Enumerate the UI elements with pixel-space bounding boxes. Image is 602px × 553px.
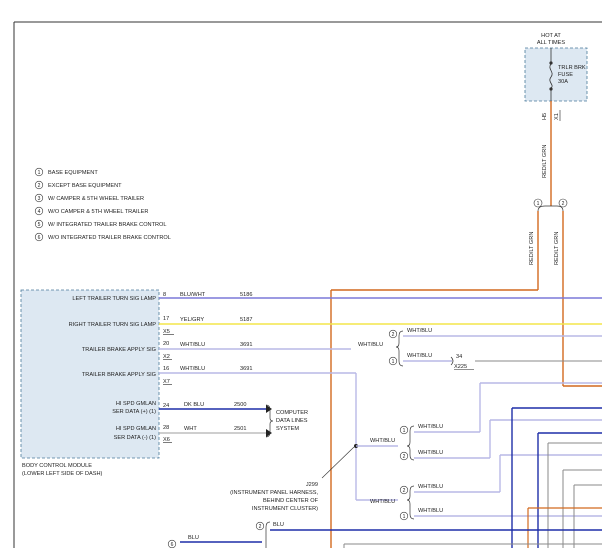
wire-gmlan-plus-color: DK BLU — [184, 402, 204, 408]
fuse-block — [524, 47, 588, 102]
computer-data-label-line2: DATA LINES — [276, 418, 308, 424]
bcm-pin-label: HI SPD GMLAN — [116, 426, 156, 432]
svg-text:W/O CAMPER & 5TH WHEEL TRAILER: W/O CAMPER & 5TH WHEEL TRAILER — [48, 209, 148, 215]
bcm-location: (LOWER LEFT SIDE OF DASH) — [22, 471, 103, 477]
wire-gmlan-minus-color: WHT — [184, 426, 197, 432]
bcm-pin-connector: X5 — [163, 329, 170, 335]
branch-5-option-number: 6 — [171, 542, 174, 548]
svg-text:6: 6 — [38, 235, 41, 241]
legend-item: 3 W/ CAMPER & 5TH WHEEL TRAILER — [34, 193, 144, 203]
branch-2-wire-a-color: WHT/BLU — [418, 424, 443, 430]
splice-j299-id: J299 — [306, 482, 318, 488]
legend-item: 2 EXCEPT BASE EQUIPMENT — [34, 180, 122, 190]
bcm-pin-connector: X7 — [163, 379, 170, 385]
branch-3-brace — [406, 485, 415, 520]
bcm-pin-number: 8 — [163, 292, 166, 298]
bcm-pin-number: 28 — [163, 425, 169, 431]
wire-brake-apply-1-color: WHT/BLU — [180, 342, 205, 348]
wire-left-turn-circuit: 5186 — [240, 292, 252, 298]
branch-2-option-b-number: 2 — [403, 454, 406, 460]
bcm-name: BODY CONTROL MODULE — [22, 463, 92, 469]
feed-option-2-number: 2 — [562, 201, 565, 207]
svg-text:W/ INTEGRATED TRAILER BRAKE CO: W/ INTEGRATED TRAILER BRAKE CONTROL — [48, 222, 167, 228]
branch-2-brace — [406, 425, 415, 461]
svg-text:EXCEPT BASE EQUIPMENT: EXCEPT BASE EQUIPMENT — [48, 183, 122, 189]
feed-split-brace — [537, 205, 564, 212]
bcm-pin-label: RIGHT TRAILER TURN SIG LAMP — [69, 322, 157, 328]
feed-wire-upper-color: RED/LT GRN — [542, 145, 548, 178]
branch-3-wire-color: WHT/BLU — [370, 499, 395, 505]
bcm-pin-label: SER DATA (-) (1) — [114, 435, 157, 441]
svg-text:W/ CAMPER & 5TH WHEEL TRAILER: W/ CAMPER & 5TH WHEEL TRAILER — [48, 196, 144, 202]
legend-item: 6 W/O INTEGRATED TRAILER BRAKE CONTROL — [34, 232, 171, 242]
wire-right-turn-circuit: 5187 — [240, 317, 252, 323]
wiring-diagram: HOT AT ALL TIMES TRLR BRK FUSE 30A X1 H5… — [13, 21, 602, 549]
bcm-pin-label: TRAILER BRAKE APPLY SIG — [82, 347, 156, 353]
fuse-label-line1: TRLR BRK — [558, 65, 586, 71]
feed-option-1-number: 1 — [537, 201, 540, 207]
branch-3-option-a-number: 2 — [403, 488, 406, 494]
svg-text:W/O INTEGRATED TRAILER BRAKE C: W/O INTEGRATED TRAILER BRAKE CONTROL — [48, 235, 171, 241]
legend-item: 5 W/ INTEGRATED TRAILER BRAKE CONTROL — [34, 219, 167, 229]
splice-j299-desc-line1: (INSTRUMENT PANEL HARNESS, — [230, 490, 318, 496]
legend: 1 BASE EQUIPMENT 2 EXCEPT BASE EQUIPMENT… — [34, 167, 171, 242]
branch-1-option-b-number: 1 — [392, 359, 395, 365]
branch-1-option-a-number: 2 — [392, 332, 395, 338]
svg-text:4: 4 — [38, 209, 41, 215]
wire-gmlan-minus-circuit: 2501 — [234, 426, 246, 432]
splice-j299-desc-line2: BEHIND CENTER OF — [263, 498, 319, 504]
fuse-label-line2: FUSE — [558, 72, 573, 78]
branch-1-connector: X225 — [454, 364, 467, 370]
svg-text:3: 3 — [38, 196, 41, 202]
branch-4-option-number: 2 — [259, 524, 262, 530]
bcm-pin-connector: X2 — [163, 354, 170, 360]
hot-at-label-line1: HOT AT — [541, 33, 561, 39]
wire-right-turn-color: YEL/GRY — [180, 317, 204, 323]
branch-2-wire-b-color: WHT/BLU — [418, 450, 443, 456]
branch-1-wire-color: WHT/BLU — [358, 342, 383, 348]
bcm-pin-number: 20 — [163, 341, 169, 347]
bcm-pin-number: 24 — [163, 403, 169, 409]
bcm-pin-label: HI SPD GMLAN — [116, 401, 156, 407]
svg-text:1: 1 — [38, 170, 41, 176]
branch-2-wire-color: WHT/BLU — [370, 438, 395, 444]
feed-wire-left-color: RED/LT GRN — [529, 232, 535, 265]
wire-left-turn-color: BLU/WHT — [180, 292, 206, 298]
fuse-label-line3: 30A — [558, 79, 568, 85]
legend-item: 1 BASE EQUIPMENT — [34, 167, 98, 177]
branch-5-wire-color: BLU — [188, 535, 199, 541]
svg-text:BASE EQUIPMENT: BASE EQUIPMENT — [48, 170, 98, 176]
branch-2-option-a-number: 1 — [403, 428, 406, 434]
branch-1-pin: 34 — [456, 354, 462, 360]
branch-3-wire-b-color: WHT/BLU — [418, 508, 443, 514]
fuse-pin-connector: X1 — [554, 113, 560, 120]
branch-4-wire-color: BLU — [273, 522, 284, 528]
bcm-pin-connector: X6 — [163, 437, 170, 443]
computer-data-label-line1: COMPUTER — [276, 410, 308, 416]
bcm-pin-label: LEFT TRAILER TURN SIG LAMP — [72, 296, 156, 302]
bcm-pin-label: TRAILER BRAKE APPLY SIG — [82, 372, 156, 378]
computer-data-label-line3: SYSTEM — [276, 426, 299, 432]
svg-text:2: 2 — [38, 183, 41, 189]
splice-j299-desc-line3: INSTRUMENT CLUSTER) — [252, 506, 318, 512]
branch-1-wire-a-color: WHT/BLU — [407, 328, 432, 334]
bcm-pin-label: SER DATA (+) (1) — [112, 409, 156, 415]
wire-brake-apply-1-circuit: 3691 — [240, 342, 252, 348]
branch-1-wire-b-color: WHT/BLU — [407, 353, 432, 359]
legend-item: 4 W/O CAMPER & 5TH WHEEL TRAILER — [34, 206, 148, 216]
fuse-pin-cavity: H5 — [542, 113, 548, 120]
bcm-pin-number: 16 — [163, 366, 169, 372]
branch-3-option-b-number: 1 — [403, 514, 406, 520]
branch-3-wire-a-color: WHT/BLU — [418, 484, 443, 490]
wire-gmlan-plus-circuit: 2500 — [234, 402, 246, 408]
hot-at-label-line2: ALL TIMES — [537, 40, 566, 46]
bcm-pin-number: 17 — [163, 316, 169, 322]
wire-brake-apply-2-color: WHT/BLU — [180, 366, 205, 372]
svg-text:5: 5 — [38, 222, 41, 228]
feed-wire-right-color: RED/LT GRN — [554, 232, 560, 265]
splice-j299-leader — [321, 446, 355, 479]
wire-brake-apply-2-circuit: 3691 — [240, 366, 252, 372]
branch-4-brace — [265, 521, 271, 548]
